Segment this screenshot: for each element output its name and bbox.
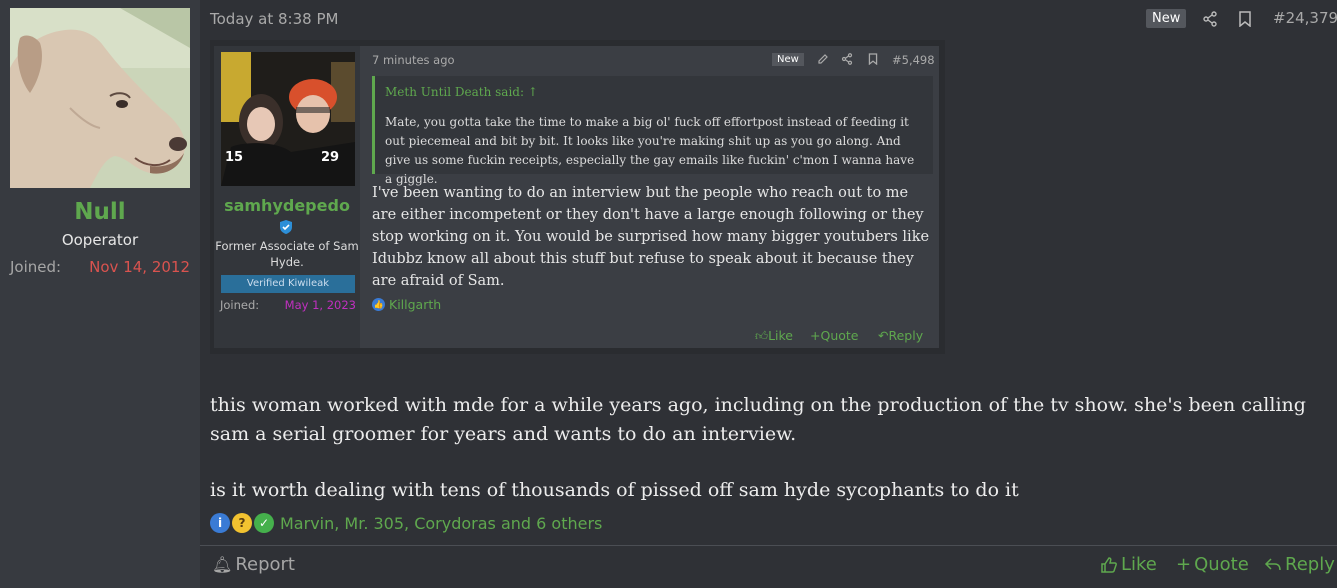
reply-label: Reply bbox=[1285, 554, 1335, 575]
reply-icon bbox=[1264, 557, 1281, 570]
reply-button[interactable]: Reply bbox=[1264, 554, 1335, 575]
post-main: Today at 8:38 PM New #24,379 15 29 samhy… bbox=[200, 0, 1337, 588]
reaction-names[interactable]: Marvin, Mr. 305, Corydoras and 6 others bbox=[280, 514, 602, 533]
embedded-username: samhydepedo bbox=[224, 196, 350, 215]
quote-label: Quote bbox=[1194, 554, 1249, 575]
thumb-icon: 👍︎ bbox=[755, 328, 769, 343]
check-icon: ✓ bbox=[254, 513, 274, 533]
embedded-reactions: 👍 Killgarth bbox=[372, 297, 441, 312]
joined-date: Nov 14, 2012 bbox=[89, 258, 190, 276]
embedded-new-badge: New bbox=[772, 53, 804, 66]
quote-author: Meth Until Death said: ↑ bbox=[385, 85, 538, 99]
report-label: Report bbox=[235, 554, 295, 575]
thumbs-up-icon bbox=[1101, 556, 1117, 573]
bell-icon: 🔔︎ bbox=[212, 555, 233, 574]
embedded-edit-icon bbox=[816, 52, 830, 66]
footer-divider bbox=[200, 545, 1337, 546]
joined-label: Joined: bbox=[10, 258, 62, 276]
share-icon[interactable] bbox=[1200, 9, 1220, 29]
embedded-user-title: Former Associate of Sam Hyde. bbox=[215, 239, 359, 269]
new-badge: New bbox=[1146, 9, 1187, 28]
post-paragraph: this woman worked with mde for a while y… bbox=[210, 394, 1306, 445]
embedded-like-action: 👍︎Like bbox=[755, 328, 793, 343]
avatar[interactable] bbox=[10, 8, 190, 188]
like-reaction-icon: 👍 bbox=[372, 298, 385, 311]
embedded-quote-action: +Quote bbox=[810, 328, 859, 343]
embedded-bookmark-icon bbox=[866, 52, 880, 66]
info-icon: i bbox=[210, 513, 230, 533]
arrow-up-circle-icon: ↑ bbox=[527, 85, 538, 99]
like-label: Like bbox=[1121, 554, 1157, 575]
embedded-quote: Meth Until Death said: ↑ Mate, you gotta… bbox=[372, 76, 933, 186]
quote-text: Mate, you gotta take the time to make a … bbox=[385, 115, 915, 186]
report-button[interactable]: 🔔︎ Report bbox=[212, 554, 295, 575]
photo-number-right: 29 bbox=[321, 150, 340, 165]
embedded-timestamp: 7 minutes ago bbox=[372, 53, 455, 67]
plus-icon: + bbox=[1176, 554, 1192, 575]
embedded-screenshot[interactable]: 15 29 samhydepedo Former Associate of Sa… bbox=[210, 40, 945, 354]
embedded-post: 15 29 samhydepedo Former Associate of Sa… bbox=[214, 46, 939, 348]
embedded-post-number: #5,498 bbox=[892, 53, 935, 67]
verified-banner: Verified Kiwileak bbox=[221, 275, 355, 293]
post-paragraph: is it worth dealing with tens of thousan… bbox=[210, 479, 1019, 501]
embedded-joined-label: Joined: bbox=[220, 298, 260, 312]
photo-number-left: 15 bbox=[225, 150, 244, 165]
user-title: Ooperator bbox=[61, 231, 139, 249]
embedded-user-column: 15 29 samhydepedo Former Associate of Sa… bbox=[214, 46, 360, 348]
embedded-body: I've been wanting to do an interview but… bbox=[372, 185, 930, 289]
embedded-joined-date: May 1, 2023 bbox=[284, 298, 356, 312]
embedded-reply-action: ↶Reply bbox=[878, 328, 924, 343]
thinking-icon: ? bbox=[232, 513, 252, 533]
like-button[interactable]: Like bbox=[1100, 554, 1157, 575]
quote-button[interactable]: + Quote bbox=[1176, 554, 1249, 575]
dog-avatar-illustration bbox=[10, 8, 190, 188]
post-number[interactable]: #24,379 bbox=[1273, 9, 1337, 27]
reply-arrow-icon: ↶ bbox=[878, 328, 889, 343]
post-timestamp[interactable]: Today at 8:38 PM bbox=[210, 10, 338, 28]
user-column: Null Ooperator Joined: Nov 14, 2012 bbox=[0, 0, 200, 588]
embedded-avatar-photo: 15 29 bbox=[221, 52, 355, 186]
username[interactable]: Null bbox=[0, 199, 200, 225]
post-body: this woman worked with mde for a while y… bbox=[210, 391, 1330, 505]
embedded-reaction-name: Killgarth bbox=[389, 297, 442, 312]
reactions-bar[interactable]: i ? ✓ Marvin, Mr. 305, Corydoras and 6 o… bbox=[210, 513, 602, 533]
bookmark-icon[interactable] bbox=[1235, 9, 1255, 29]
verified-check-icon bbox=[278, 219, 294, 235]
embedded-share-icon bbox=[840, 52, 854, 66]
